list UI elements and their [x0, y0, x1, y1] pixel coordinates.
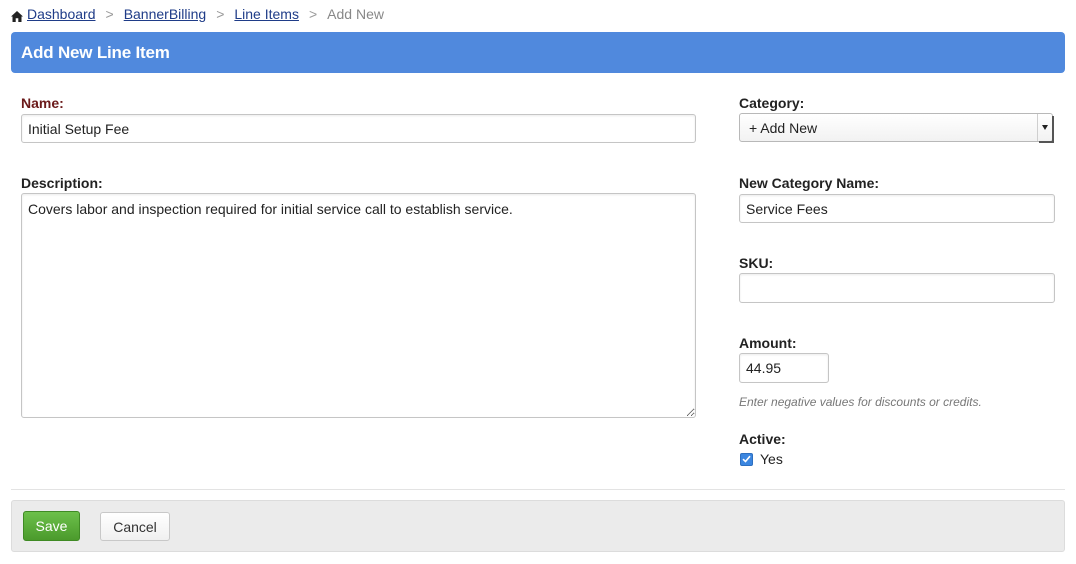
- save-button[interactable]: Save: [23, 511, 80, 541]
- amount-label: Amount:: [739, 335, 797, 351]
- breadcrumb-link-bannerbilling[interactable]: BannerBilling: [124, 6, 207, 22]
- form-divider: [11, 489, 1065, 490]
- form-actions: Save Cancel: [11, 500, 1065, 552]
- name-input[interactable]: [21, 114, 696, 143]
- checkmark-icon: [742, 455, 751, 463]
- name-label: Name:: [21, 95, 64, 111]
- breadcrumb-link-line-items[interactable]: Line Items: [234, 6, 299, 22]
- breadcrumb-separator: >: [216, 6, 225, 22]
- breadcrumb-current: Add New: [327, 6, 384, 22]
- amount-input[interactable]: [739, 353, 829, 383]
- cancel-button[interactable]: Cancel: [100, 512, 170, 541]
- active-checkbox-row[interactable]: Yes: [740, 451, 783, 467]
- breadcrumb-link-dashboard[interactable]: Dashboard: [27, 6, 96, 22]
- amount-help-text: Enter negative values for discounts or c…: [739, 395, 982, 409]
- category-label: Category:: [739, 95, 805, 111]
- new-category-name-input[interactable]: [739, 194, 1055, 223]
- category-select[interactable]: + Add New: [739, 113, 1053, 142]
- sku-input[interactable]: [739, 273, 1055, 303]
- category-selected-value: + Add New: [749, 119, 818, 136]
- active-checkbox-label[interactable]: Yes: [760, 451, 783, 467]
- active-label: Active:: [739, 431, 786, 447]
- chevron-down-icon: [1037, 114, 1052, 141]
- description-textarea[interactable]: [21, 193, 696, 418]
- description-label: Description:: [21, 175, 103, 191]
- page-title-bar: Add New Line Item: [11, 32, 1065, 73]
- breadcrumb-separator: >: [105, 6, 114, 22]
- active-checkbox[interactable]: [740, 452, 753, 466]
- breadcrumb: Dashboard > BannerBilling > Line Items >…: [11, 4, 384, 24]
- sku-label: SKU:: [739, 255, 774, 271]
- breadcrumb-separator: >: [308, 6, 318, 22]
- home-icon[interactable]: [11, 9, 23, 22]
- page-title: Add New Line Item: [21, 42, 170, 62]
- new-category-name-label: New Category Name:: [739, 175, 880, 191]
